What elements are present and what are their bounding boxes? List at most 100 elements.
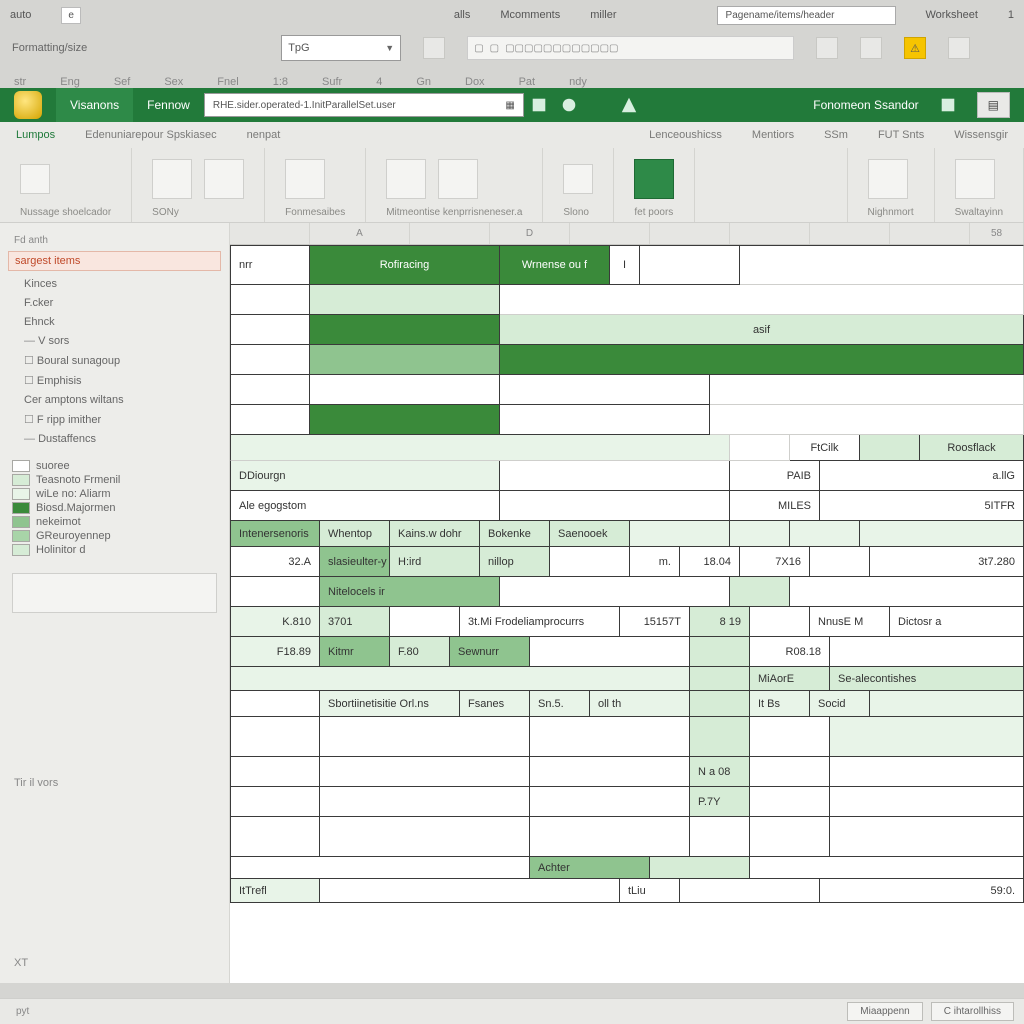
- ribbon-tab[interactable]: nenpat: [247, 129, 281, 141]
- cell[interactable]: [830, 717, 1024, 757]
- cell[interactable]: 3701: [320, 607, 390, 637]
- color-swatch-item[interactable]: nekeimot: [8, 515, 221, 529]
- cell[interactable]: [230, 757, 320, 787]
- qr-icon[interactable]: ▦: [505, 100, 514, 111]
- ribbon-button[interactable]: [563, 164, 593, 194]
- cell[interactable]: Sn.5.: [530, 691, 590, 717]
- cell[interactable]: [710, 405, 1024, 435]
- ribbon-tab[interactable]: Lumpos: [16, 129, 55, 141]
- cell[interactable]: 32.A: [230, 547, 320, 577]
- cell[interactable]: FtCilk: [790, 435, 860, 461]
- cell[interactable]: [500, 345, 1024, 375]
- col-header[interactable]: D: [490, 223, 570, 244]
- cell[interactable]: [690, 637, 750, 667]
- col-header[interactable]: 58: [970, 223, 1024, 244]
- menu-item[interactable]: Sufr: [322, 76, 342, 88]
- ribbon-button[interactable]: [955, 159, 995, 199]
- cell[interactable]: N a 08: [690, 757, 750, 787]
- cell[interactable]: [310, 375, 500, 405]
- cell[interactable]: [310, 345, 500, 375]
- cell[interactable]: [630, 521, 730, 547]
- cell[interactable]: [530, 757, 690, 787]
- panel-item[interactable]: Kinces: [8, 276, 221, 292]
- cell[interactable]: [500, 491, 730, 521]
- cell[interactable]: [790, 577, 1024, 607]
- panel-item[interactable]: V sors: [8, 333, 221, 349]
- cell[interactable]: [530, 717, 690, 757]
- cell[interactable]: [810, 547, 870, 577]
- cell[interactable]: [790, 521, 860, 547]
- grid[interactable]: nrr Rofiracing Wrnense ou f I asif FtCil…: [230, 245, 1024, 983]
- tool-icon-4[interactable]: [948, 37, 970, 59]
- cell[interactable]: [230, 857, 530, 879]
- cell[interactable]: MiAorE: [750, 667, 830, 691]
- top-menu-1[interactable]: Mcomments: [500, 9, 560, 21]
- col-header[interactable]: [730, 223, 810, 244]
- cell[interactable]: Ale egogstom: [230, 491, 500, 521]
- cell[interactable]: PAIB: [730, 461, 820, 491]
- cell[interactable]: [230, 405, 310, 435]
- cell[interactable]: Bokenke: [480, 521, 550, 547]
- panel-checkbox[interactable]: Emphisis: [8, 372, 221, 389]
- cell[interactable]: [640, 245, 740, 285]
- cell[interactable]: a.llG: [820, 461, 1024, 491]
- cell[interactable]: 8 19: [690, 607, 750, 637]
- menu-item[interactable]: Dox: [465, 76, 485, 88]
- style-combo[interactable]: TpG ▼: [281, 35, 401, 61]
- menu-item[interactable]: Sef: [114, 76, 131, 88]
- cell[interactable]: [500, 285, 1024, 315]
- cell[interactable]: 3t.Mi Frodeliamprocurrs: [460, 607, 620, 637]
- status-button-2[interactable]: C ihtarollhiss: [931, 1002, 1014, 1021]
- cell[interactable]: Kains.w dohr: [390, 521, 480, 547]
- tool-icon-1[interactable]: [423, 37, 445, 59]
- cell[interactable]: K.810: [230, 607, 320, 637]
- spreadsheet[interactable]: A D 58 nrr Rofiracing Wrnense ou f I asi…: [230, 223, 1024, 983]
- menu-item[interactable]: 4: [376, 76, 382, 88]
- menu-item[interactable]: Fnel: [217, 76, 238, 88]
- cell[interactable]: 18.04: [680, 547, 740, 577]
- cell[interactable]: [530, 787, 690, 817]
- menu-item[interactable]: Pat: [519, 76, 536, 88]
- cell[interactable]: [310, 405, 500, 435]
- cell[interactable]: [750, 757, 830, 787]
- panel-checkbox[interactable]: Boural sunagoup: [8, 352, 221, 369]
- status-button-1[interactable]: Miaappenn: [847, 1002, 922, 1021]
- cell[interactable]: Achter: [530, 857, 650, 879]
- cell[interactable]: [320, 717, 530, 757]
- tool-icon-3[interactable]: [860, 37, 882, 59]
- cell[interactable]: Se-alecontishes: [830, 667, 1024, 691]
- cell[interactable]: [230, 691, 320, 717]
- panel-item[interactable]: Dustaffencs: [8, 431, 221, 447]
- ribbon-button[interactable]: [438, 159, 478, 199]
- cell[interactable]: 59:0.: [820, 879, 1024, 903]
- section-tab[interactable]: Fennow: [147, 98, 190, 112]
- cell[interactable]: slasieulter-y: [320, 547, 390, 577]
- header-cell[interactable]: I: [610, 245, 640, 285]
- ribbon-button[interactable]: [204, 159, 244, 199]
- cell[interactable]: [230, 435, 730, 461]
- cell[interactable]: H:ird: [390, 547, 480, 577]
- cell[interactable]: [730, 521, 790, 547]
- cell[interactable]: [830, 787, 1024, 817]
- color-swatch-item[interactable]: Biosd.Majormen: [8, 501, 221, 515]
- cell[interactable]: [650, 857, 750, 879]
- cell[interactable]: [230, 345, 310, 375]
- cell[interactable]: Sewnurr: [450, 637, 530, 667]
- cell[interactable]: [750, 817, 830, 857]
- cell[interactable]: Socid: [810, 691, 870, 717]
- cell[interactable]: tLiu: [620, 879, 680, 903]
- cell[interactable]: [750, 717, 830, 757]
- cell[interactable]: [530, 817, 690, 857]
- cell[interactable]: [730, 577, 790, 607]
- panel-item[interactable]: F.cker: [8, 295, 221, 311]
- cell[interactable]: [710, 375, 1024, 405]
- ribbon-button[interactable]: [868, 159, 908, 199]
- cell[interactable]: F18.89: [230, 637, 320, 667]
- cell[interactable]: [320, 787, 530, 817]
- cell[interactable]: [500, 375, 710, 405]
- cell[interactable]: [230, 667, 690, 691]
- cell[interactable]: [230, 817, 320, 857]
- col-header[interactable]: [890, 223, 970, 244]
- cell[interactable]: [860, 435, 920, 461]
- cell[interactable]: 5ITFR: [820, 491, 1024, 521]
